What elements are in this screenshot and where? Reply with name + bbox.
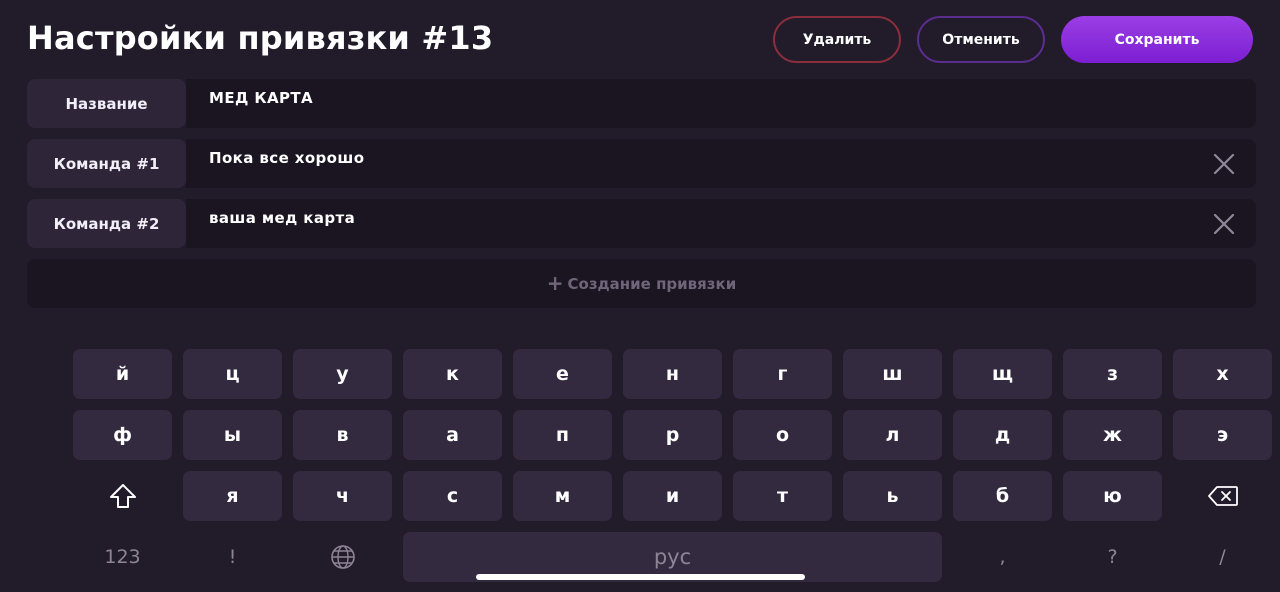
command-1-value: Пока все хорошо bbox=[209, 149, 365, 167]
key[interactable]: е bbox=[513, 349, 612, 399]
keyboard: й ц у к е н г ш щ з х ф ы в а п р о л д … bbox=[0, 340, 1280, 592]
key[interactable]: й bbox=[73, 349, 172, 399]
save-button[interactable]: Сохранить bbox=[1061, 16, 1253, 63]
add-binding-button[interactable]: + Создание привязки bbox=[27, 259, 1256, 308]
backspace-key[interactable] bbox=[1173, 471, 1272, 521]
key[interactable]: э bbox=[1173, 410, 1272, 460]
command-2-field[interactable]: ваша мед карта bbox=[186, 199, 1256, 248]
key[interactable]: х bbox=[1173, 349, 1272, 399]
key[interactable]: с bbox=[403, 471, 502, 521]
shift-key[interactable] bbox=[73, 471, 172, 521]
key[interactable]: р bbox=[623, 410, 722, 460]
backspace-icon bbox=[1207, 486, 1238, 506]
header: Настройки привязки #13 Удалить Отменить … bbox=[0, 0, 1280, 80]
name-field[interactable]: МЕД КАРТА bbox=[186, 79, 1256, 128]
key[interactable]: ь bbox=[843, 471, 942, 521]
command-1-row: Команда #1 Пока все хорошо bbox=[27, 139, 1256, 188]
key[interactable]: з bbox=[1063, 349, 1162, 399]
close-icon[interactable] bbox=[1212, 212, 1236, 236]
key[interactable]: о bbox=[733, 410, 832, 460]
key[interactable]: г bbox=[733, 349, 832, 399]
command-2-row: Команда #2 ваша мед карта bbox=[27, 199, 1256, 248]
delete-button[interactable]: Удалить bbox=[773, 16, 901, 63]
plus-icon: + bbox=[546, 270, 564, 295]
key[interactable]: п bbox=[513, 410, 612, 460]
key[interactable]: ж bbox=[1063, 410, 1162, 460]
command-2-value: ваша мед карта bbox=[209, 209, 356, 227]
key[interactable]: ы bbox=[183, 410, 282, 460]
key[interactable]: я bbox=[183, 471, 282, 521]
key[interactable]: в bbox=[293, 410, 392, 460]
key[interactable]: ю bbox=[1063, 471, 1162, 521]
key[interactable]: к bbox=[403, 349, 502, 399]
question-key[interactable]: ? bbox=[1063, 532, 1162, 582]
key[interactable]: щ bbox=[953, 349, 1052, 399]
command-2-label: Команда #2 bbox=[27, 199, 186, 248]
name-row: Название МЕД КАРТА bbox=[27, 79, 1256, 128]
page-title: Настройки привязки #13 bbox=[27, 19, 494, 57]
key[interactable]: ц bbox=[183, 349, 282, 399]
key[interactable]: и bbox=[623, 471, 722, 521]
key[interactable]: ш bbox=[843, 349, 942, 399]
home-indicator bbox=[476, 574, 805, 580]
name-value: МЕД КАРТА bbox=[209, 89, 314, 107]
slash-key[interactable]: / bbox=[1173, 532, 1272, 582]
key[interactable]: ф bbox=[73, 410, 172, 460]
globe-icon bbox=[330, 545, 355, 569]
key[interactable]: т bbox=[733, 471, 832, 521]
add-binding-label: Создание привязки bbox=[567, 274, 737, 293]
key[interactable]: б bbox=[953, 471, 1052, 521]
key[interactable]: а bbox=[403, 410, 502, 460]
key[interactable]: д bbox=[953, 410, 1052, 460]
key[interactable]: н bbox=[623, 349, 722, 399]
command-1-label: Команда #1 bbox=[27, 139, 186, 188]
close-icon[interactable] bbox=[1212, 152, 1236, 176]
comma-key[interactable]: , bbox=[953, 532, 1052, 582]
key[interactable]: у bbox=[293, 349, 392, 399]
key[interactable]: м bbox=[513, 471, 612, 521]
key[interactable]: л bbox=[843, 410, 942, 460]
numbers-key[interactable]: 123 bbox=[73, 532, 172, 582]
cancel-button[interactable]: Отменить bbox=[917, 16, 1045, 63]
name-label: Название bbox=[27, 79, 186, 128]
shift-icon bbox=[109, 484, 136, 508]
command-1-field[interactable]: Пока все хорошо bbox=[186, 139, 1256, 188]
globe-key[interactable] bbox=[293, 532, 392, 582]
key[interactable]: ч bbox=[293, 471, 392, 521]
exclamation-key[interactable]: ! bbox=[183, 532, 282, 582]
